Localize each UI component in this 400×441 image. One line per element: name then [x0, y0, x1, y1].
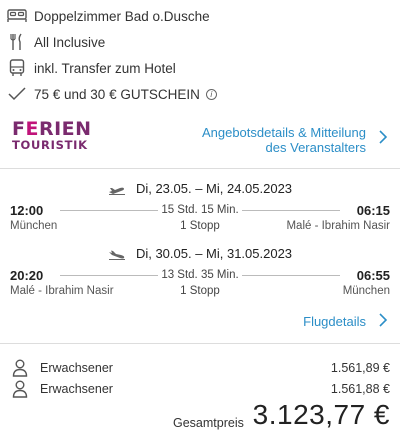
passenger-row: Erwachsener 1.561,88 € — [0, 378, 400, 400]
passenger-label: Erwachsener — [40, 382, 113, 396]
feature-transfer: inkl. Transfer zum Hotel — [0, 56, 176, 80]
return-stops: 1 Stopp — [180, 285, 220, 297]
feature-board: All Inclusive — [0, 30, 105, 54]
passenger-row: Erwachsener 1.561,89 € — [0, 357, 400, 379]
return-duration: 13 Std. 35 Min. — [161, 269, 239, 281]
return-dates: Di, 30.05. – Mi, 31.05.2023 — [0, 246, 400, 261]
return-arr-city: München — [342, 285, 390, 297]
return-dates-text: Di, 30.05. – Mi, 31.05.2023 — [135, 246, 293, 261]
chevron-right-icon[interactable] — [378, 130, 388, 144]
divider — [0, 343, 400, 344]
operator-details-line2: des Veranstalters — [265, 140, 366, 155]
outbound-dates-text: Di, 23.05. – Mi, 24.05.2023 — [135, 181, 293, 196]
person-icon — [12, 380, 28, 398]
feature-room-text: Doppelzimmer Bad o.Dusche — [34, 8, 210, 24]
outbound-duration: 15 Std. 15 Min. — [161, 204, 239, 216]
feature-voucher-text: 75 € und 30 € GUTSCHEIN — [34, 86, 200, 102]
total-price: 3.123,77 € — [252, 399, 390, 430]
operator-details-line1: Angebotsdetails & Mitteilung — [201, 125, 366, 140]
passenger-amount: 1.561,89 € — [330, 361, 390, 375]
arrival-plane-icon — [108, 250, 125, 260]
feature-voucher: 75 € und 30 € GUTSCHEIN i — [0, 82, 217, 106]
operator-details-link[interactable]: Angebotsdetails & Mitteilung des Veranst… — [202, 125, 366, 155]
feature-transfer-text: inkl. Transfer zum Hotel — [34, 60, 176, 76]
person-icon — [12, 359, 28, 377]
chevron-right-icon[interactable] — [378, 313, 388, 327]
bed-icon — [0, 9, 34, 23]
operator-logo: FERIEN TOURISTIK — [12, 118, 92, 152]
outbound-dates: Di, 23.05. – Mi, 24.05.2023 — [0, 181, 400, 196]
bus-icon — [0, 59, 34, 77]
checkmark-icon — [0, 87, 34, 101]
divider — [0, 168, 400, 169]
info-icon[interactable]: i — [205, 88, 217, 100]
feature-room: Doppelzimmer Bad o.Dusche — [0, 4, 210, 28]
passenger-label: Erwachsener — [40, 361, 113, 375]
outbound-arr-city: Malé - Ibrahim Nasir — [286, 220, 390, 232]
flight-details-link[interactable]: Flugdetails — [303, 314, 366, 329]
total-label: Gesamtpreis — [173, 416, 244, 430]
feature-board-text: All Inclusive — [34, 34, 106, 50]
passenger-amount: 1.561,88 € — [330, 382, 390, 396]
departure-plane-icon — [108, 187, 125, 195]
fork-knife-icon — [0, 33, 34, 51]
